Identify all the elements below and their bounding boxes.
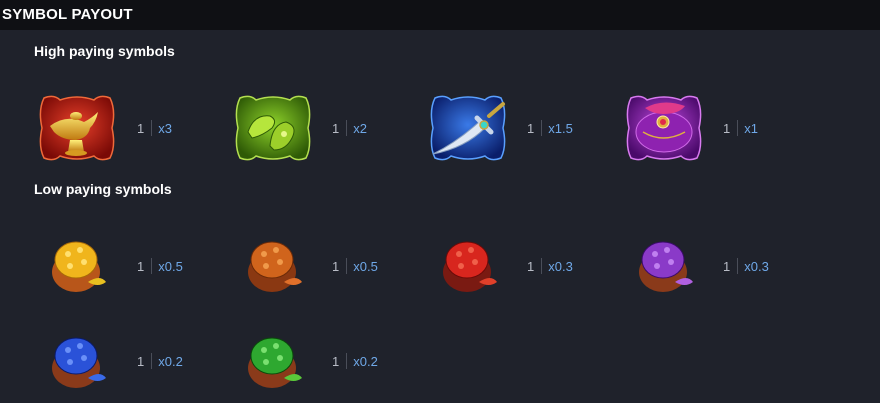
payout-count: 1 <box>137 353 145 369</box>
payout-count: 1 <box>723 120 731 136</box>
payout-count: 1 <box>332 353 340 369</box>
payout-high-3: 1 x1.5 <box>527 118 573 138</box>
separator <box>737 120 739 136</box>
green-slippers-icon <box>232 92 314 164</box>
payout-multiplier: x3 <box>158 120 172 136</box>
purple-spice-bowl-icon <box>633 232 699 298</box>
payout-count: 1 <box>332 120 340 136</box>
payout-low-4: 1 x0.3 <box>723 256 769 276</box>
separator <box>151 258 153 274</box>
payout-low-5: 1 x0.2 <box>137 351 183 371</box>
payout-low-3: 1 x0.3 <box>527 256 573 276</box>
golden-lamp-icon <box>36 92 118 164</box>
payout-low-1: 1 x0.5 <box>137 256 183 276</box>
payout-count: 1 <box>527 258 535 274</box>
separator <box>346 258 348 274</box>
separator <box>541 120 543 136</box>
payout-count: 1 <box>332 258 340 274</box>
red-spice-bowl-icon <box>437 232 503 298</box>
payout-multiplier: x1 <box>744 120 758 136</box>
payout-low-6: 1 x0.2 <box>332 351 378 371</box>
payout-multiplier: x1.5 <box>548 120 573 136</box>
payout-high-1: 1 x3 <box>137 118 172 138</box>
separator <box>737 258 739 274</box>
payout-count: 1 <box>527 120 535 136</box>
payout-high-2: 1 x2 <box>332 118 367 138</box>
separator <box>151 120 153 136</box>
green-spice-bowl-icon <box>242 328 308 394</box>
payout-multiplier: x0.2 <box>353 353 378 369</box>
payout-high-4: 1 x1 <box>723 118 758 138</box>
purple-turban-icon <box>623 92 705 164</box>
payout-count: 1 <box>137 258 145 274</box>
low-paying-title: Low paying symbols <box>34 181 172 197</box>
payout-low-2: 1 x0.5 <box>332 256 378 276</box>
blue-spice-bowl-icon <box>46 328 112 394</box>
separator <box>541 258 543 274</box>
separator <box>346 120 348 136</box>
payout-count: 1 <box>723 258 731 274</box>
payout-multiplier: x0.3 <box>548 258 573 274</box>
payout-count: 1 <box>137 120 145 136</box>
separator <box>151 353 153 369</box>
payout-multiplier: x2 <box>353 120 367 136</box>
payout-multiplier: x0.3 <box>744 258 769 274</box>
yellow-spice-bowl-icon <box>46 232 112 298</box>
orange-spice-bowl-icon <box>242 232 308 298</box>
high-paying-title: High paying symbols <box>34 43 175 59</box>
payout-header: SYMBOL PAYOUT <box>0 0 880 30</box>
dagger-icon <box>427 92 509 164</box>
separator <box>346 353 348 369</box>
payout-multiplier: x0.5 <box>353 258 378 274</box>
header-title: SYMBOL PAYOUT <box>2 6 133 23</box>
payout-multiplier: x0.5 <box>158 258 183 274</box>
payout-multiplier: x0.2 <box>158 353 183 369</box>
